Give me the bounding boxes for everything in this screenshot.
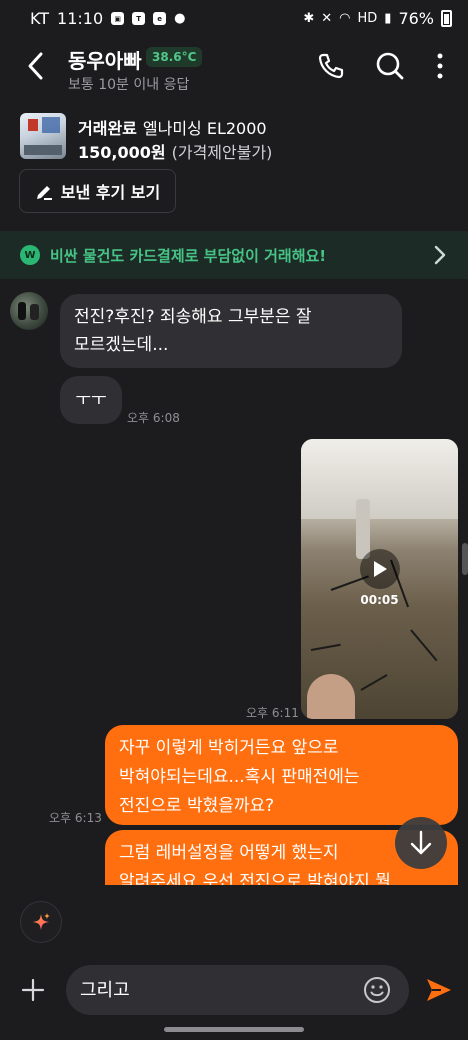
send-icon xyxy=(427,979,451,1001)
partner-avatar[interactable] xyxy=(10,292,48,330)
smiley-icon xyxy=(364,977,390,1003)
message-timestamp: 오후 6:13 xyxy=(49,811,102,825)
pay-shield-icon: W xyxy=(20,245,40,265)
message-input-box[interactable] xyxy=(66,965,409,1015)
video-message[interactable]: 00:05 xyxy=(301,439,458,719)
message-timestamp: 오후 6:08 xyxy=(127,411,180,425)
home-indicator[interactable] xyxy=(164,1027,304,1032)
plus-icon xyxy=(21,978,45,1002)
ai-assistant-button[interactable] xyxy=(20,901,62,943)
message-text-line: 알려주세요 우선 전진으로 박혀야지 뭘 xyxy=(119,872,391,885)
banner-text: 비싼 물건도 카드결제로 부담없이 거래해요! xyxy=(50,246,327,265)
mute-icon: ✕ xyxy=(321,11,333,26)
status-bar: KT 11:10 ▣ T e ● ✱ ✕ ◠ HD ▮ 76% xyxy=(0,0,468,38)
talk-notification-icon: T xyxy=(132,12,146,25)
app-notification-icon: e xyxy=(153,12,167,25)
signal-icon: ▮ xyxy=(384,11,392,26)
bluetooth-icon: ✱ xyxy=(303,11,315,26)
video-duration: 00:05 xyxy=(360,593,399,607)
scrollbar-thumb[interactable] xyxy=(462,543,468,575)
incoming-message[interactable]: 전진?후진? 죄송해요 그부분은 잘 모르겠는데... xyxy=(60,294,402,368)
message-text-line: 전진으로 박혔을까요? xyxy=(119,796,275,816)
product-title-row[interactable]: 거래완료 엘나미싱 EL2000 xyxy=(78,115,267,139)
carrier-label: KT xyxy=(30,9,50,28)
message-timestamp: 오후 6:11 xyxy=(246,706,299,720)
composer-area xyxy=(0,885,468,1040)
arrow-down-icon xyxy=(410,830,432,855)
more-notifications-icon: ● xyxy=(174,11,186,26)
scroll-to-bottom-button[interactable] xyxy=(395,817,447,869)
search-icon xyxy=(376,52,404,80)
pencil-icon xyxy=(36,186,52,200)
play-button[interactable] xyxy=(360,549,400,589)
outgoing-message[interactable]: 자꾸 이렇게 박히거든요 앞으로 박혀야되는데요...혹시 판매전에는 전진으로… xyxy=(105,725,458,825)
back-button[interactable] xyxy=(18,48,54,84)
play-icon xyxy=(374,561,387,577)
status-right: ✱ ✕ ◠ HD ▮ 76% xyxy=(303,9,452,28)
clock: 11:10 xyxy=(57,9,104,28)
chat-partner-name[interactable]: 동우아빠 xyxy=(68,45,142,74)
gallery-notification-icon: ▣ xyxy=(111,12,125,25)
kebab-menu-icon xyxy=(437,53,443,79)
message-input[interactable] xyxy=(80,978,350,999)
status-left: KT 11:10 ▣ T e ● xyxy=(30,9,185,28)
chevron-right-icon xyxy=(434,245,446,265)
send-button[interactable] xyxy=(423,974,455,1006)
more-options-button[interactable] xyxy=(422,47,458,85)
view-sent-review-button[interactable]: 보낸 후기 보기 xyxy=(19,169,176,213)
phone-icon xyxy=(318,53,344,79)
response-time-text: 보통 10분 이내 응답 xyxy=(68,77,190,93)
manner-temperature-badge[interactable]: 38.6°C xyxy=(146,47,203,67)
message-text-line: 전진?후진? 죄송해요 그부분은 잘 xyxy=(74,307,312,327)
card-payment-banner[interactable]: W 비싼 물건도 카드결제로 부담없이 거래해요! xyxy=(0,231,468,279)
emoji-button[interactable] xyxy=(363,976,391,1004)
message-text: ㅜㅜ xyxy=(75,390,107,410)
attach-button[interactable] xyxy=(15,972,51,1008)
wifi-icon: ◠ xyxy=(339,11,351,26)
sparkle-icon xyxy=(33,913,50,930)
message-text-line: 자꾸 이렇게 박히거든요 앞으로 xyxy=(119,738,339,758)
battery-icon xyxy=(441,10,452,27)
chevron-left-icon xyxy=(28,52,43,80)
trade-status: 거래완료 xyxy=(78,119,137,138)
battery-percent: 76% xyxy=(398,9,434,28)
call-button[interactable] xyxy=(313,47,349,85)
incoming-message[interactable]: ㅜㅜ xyxy=(60,376,122,424)
product-title: 엘나미싱 EL2000 xyxy=(142,119,267,138)
message-text-line: 모르겠는데... xyxy=(74,335,169,355)
price-negotiation-note: (가격제안불가) xyxy=(171,143,273,162)
product-thumbnail[interactable] xyxy=(20,113,66,159)
view-sent-review-label: 보낸 후기 보기 xyxy=(60,183,161,202)
product-price: 150,000원 xyxy=(78,143,166,162)
product-price-row: 150,000원 (가격제안불가) xyxy=(78,139,272,163)
hd-icon: HD xyxy=(357,11,378,26)
search-button[interactable] xyxy=(372,47,408,85)
message-text-line: 박혀야되는데요...혹시 판매전에는 xyxy=(119,767,360,787)
